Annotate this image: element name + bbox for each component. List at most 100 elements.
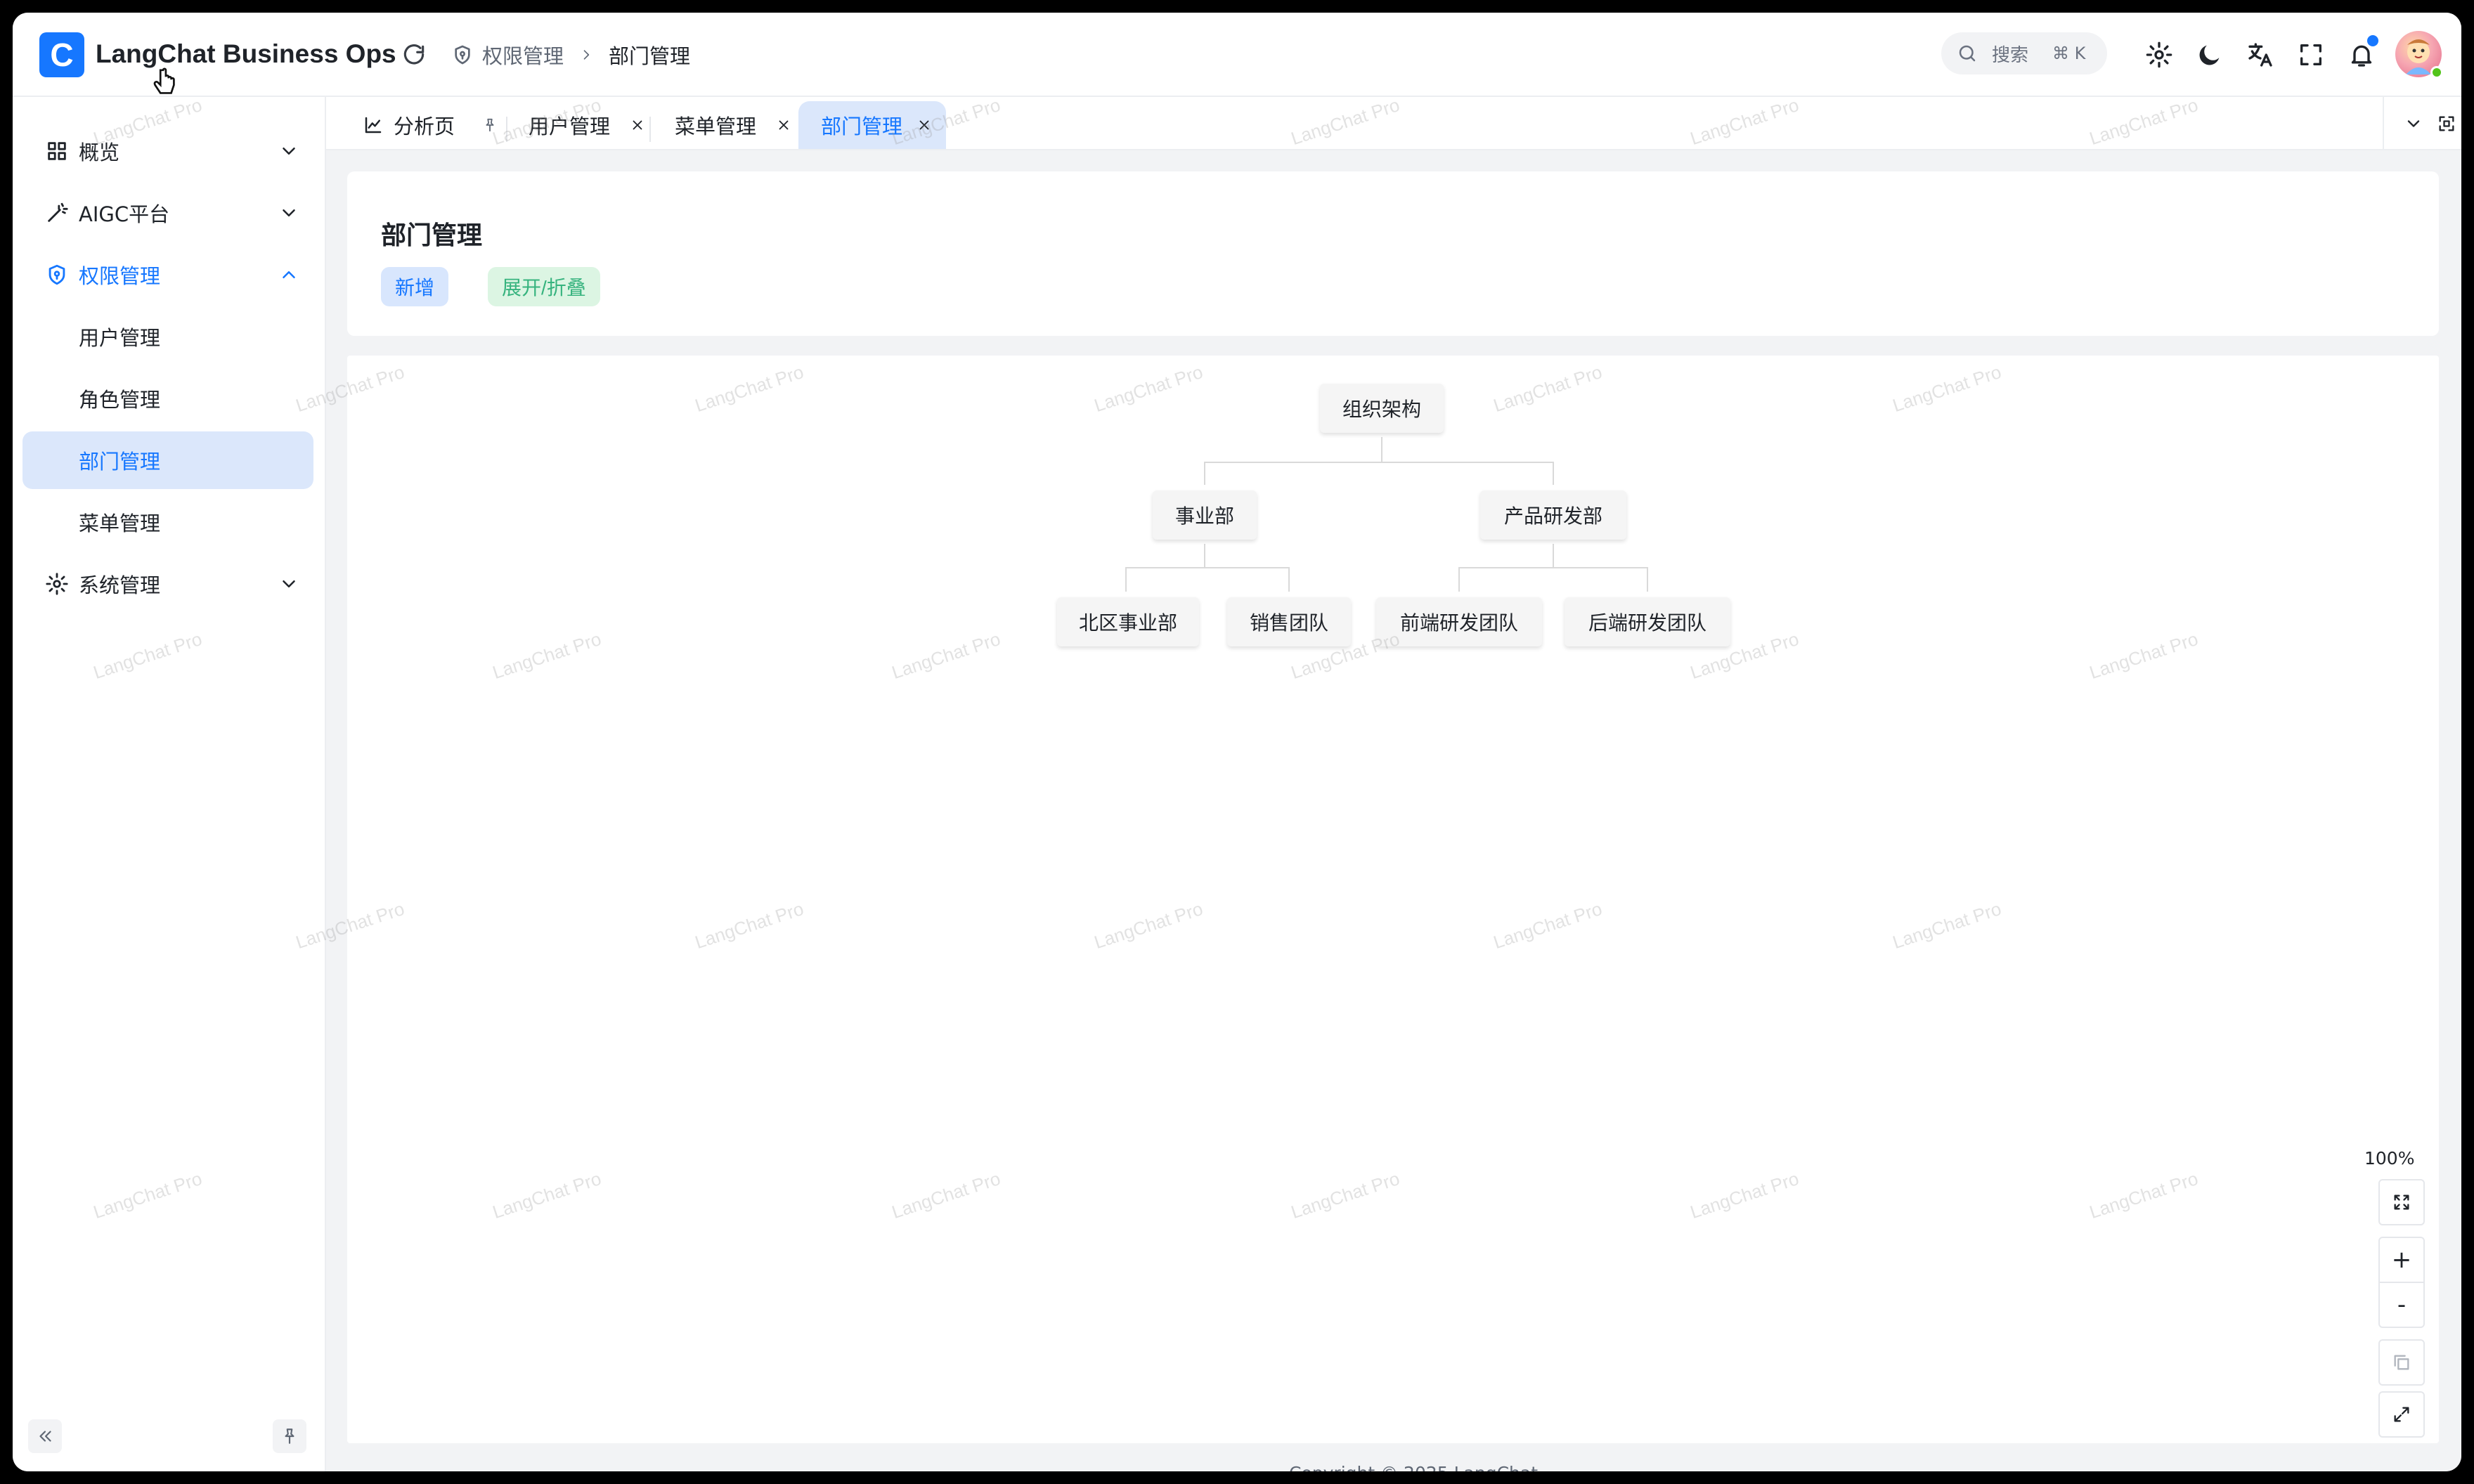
- pin-icon[interactable]: [482, 117, 498, 133]
- breadcrumb-current: 部门管理: [609, 44, 691, 68]
- tab-analytics[interactable]: 分析页: [363, 101, 503, 149]
- sidebar-item-system[interactable]: 系统管理: [22, 555, 313, 613]
- sidebar-item-aigc[interactable]: AIGC平台: [22, 184, 313, 242]
- expand-view-button[interactable]: [2378, 1391, 2425, 1438]
- app-window: C LangChat Business Ops 权限管理 部门管理 搜索 ⌘ K: [13, 13, 2461, 1471]
- org-chart-card: 组织架构 事业部 产品研发部 北区事业部 销售团队 前端研发团队 后端研发团队 …: [347, 356, 2439, 1443]
- close-icon[interactable]: [917, 117, 932, 133]
- hand-cursor-icon: [153, 67, 175, 94]
- chevron-down-icon: [283, 580, 295, 587]
- collapse-sidebar-button[interactable]: [28, 1419, 62, 1453]
- copy-button[interactable]: [2378, 1339, 2425, 1386]
- sidebar-item-label: 菜单管理: [79, 512, 161, 535]
- page-header-card: 部门管理 新增 展开/折叠: [347, 171, 2439, 336]
- org-node-north-business[interactable]: 北区事业部: [1057, 597, 1199, 646]
- chevron-down-icon: [283, 209, 295, 216]
- org-node-root[interactable]: 组织架构: [1320, 384, 1444, 433]
- search-button[interactable]: 搜索 ⌘ K: [1941, 32, 2107, 74]
- pin-sidebar-button[interactable]: [273, 1419, 306, 1453]
- tab-divider: [506, 117, 507, 142]
- connector-business: [1125, 544, 1290, 592]
- add-button[interactable]: 新增: [381, 267, 449, 306]
- copy-icon: [2394, 1355, 2409, 1370]
- dashboard-icon: [48, 142, 66, 160]
- org-chart-connectors: [1125, 437, 1648, 592]
- logo-letter: C: [50, 37, 74, 73]
- notification-dot: [2367, 35, 2378, 46]
- gear-icon: [46, 573, 68, 595]
- expand-collapse-button[interactable]: 展开/折叠: [488, 267, 600, 306]
- org-node-label: 前端研发团队: [1399, 611, 1518, 634]
- sidebar-item-label: 概览: [79, 141, 120, 164]
- org-node-label: 销售团队: [1249, 611, 1328, 634]
- tab-maximize-button[interactable]: [2432, 97, 2461, 150]
- tab-label: 分析页: [394, 115, 455, 138]
- page-title: 部门管理: [381, 221, 483, 250]
- fit-view-icon: [2394, 1195, 2409, 1210]
- pin-icon: [285, 1428, 294, 1444]
- online-status-dot: [2430, 66, 2443, 79]
- sidebar-item-label: 部门管理: [79, 450, 161, 474]
- chevron-right-icon: [583, 50, 590, 60]
- translate-icon[interactable]: [2246, 41, 2274, 69]
- org-node-label: 后端研发团队: [1588, 611, 1706, 634]
- sidebar-item-overview[interactable]: 概览: [22, 122, 313, 180]
- main-content: 部门管理 新增 展开/折叠 组织架构 事业部 产品研发部 北区事业部 销售团队 …: [326, 150, 2461, 1471]
- chevron-down-icon: [283, 148, 295, 155]
- sidebar-item-label: 角色管理: [79, 388, 161, 412]
- sidebar-item-user-management[interactable]: 用户管理: [22, 308, 313, 365]
- sidebar: 概览 AIGC平台 权限管理 用户管理 角色管理 部门管理 菜单管理 系统管理: [13, 97, 326, 1471]
- shield-icon: [455, 45, 470, 65]
- maximize-icon: [2439, 116, 2454, 131]
- org-node-backend-team[interactable]: 后端研发团队: [1565, 597, 1730, 646]
- sidebar-item-permissions[interactable]: 权限管理: [22, 246, 313, 304]
- tab-department-management[interactable]: 部门管理: [798, 101, 946, 149]
- search-shortcut: ⌘ K: [2052, 44, 2086, 63]
- fullscreen-icon[interactable]: [2297, 41, 2325, 69]
- app-logo[interactable]: C: [39, 32, 84, 77]
- top-header: C LangChat Business Ops 权限管理 部门管理 搜索 ⌘ K: [13, 13, 2461, 97]
- sidebar-item-label: 权限管理: [79, 264, 161, 288]
- app-title[interactable]: LangChat Business Ops: [96, 39, 396, 69]
- org-node-business-unit[interactable]: 事业部: [1153, 490, 1257, 540]
- zoom-out-button[interactable]: -: [2378, 1282, 2425, 1328]
- org-node-label: 事业部: [1174, 505, 1234, 528]
- tab-label: 菜单管理: [675, 115, 757, 138]
- chevron-up-icon: [283, 271, 295, 278]
- moon-icon[interactable]: [2196, 41, 2224, 69]
- tab-bar: 分析页 用户管理 菜单管理 部门管理: [326, 97, 2461, 150]
- breadcrumb-parent[interactable]: 权限管理: [482, 40, 564, 70]
- org-node-label: 组织架构: [1342, 398, 1421, 421]
- close-icon[interactable]: [776, 117, 791, 133]
- tab-menu-management[interactable]: 菜单管理: [675, 101, 801, 149]
- search-icon: [1959, 45, 1976, 62]
- fit-view-button[interactable]: [2378, 1179, 2425, 1225]
- tab-label: 用户管理: [529, 115, 611, 138]
- refresh-icon[interactable]: [401, 42, 427, 69]
- close-icon[interactable]: [630, 117, 645, 133]
- sidebar-item-department-management[interactable]: 部门管理: [22, 431, 313, 489]
- chevron-down-icon: [2407, 120, 2420, 127]
- org-node-frontend-team[interactable]: 前端研发团队: [1376, 597, 1542, 646]
- org-node-label: 北区事业部: [1078, 611, 1177, 634]
- sidebar-item-label: AIGC平台: [79, 202, 170, 226]
- zoom-in-button[interactable]: +: [2378, 1237, 2425, 1283]
- shield-icon: [48, 264, 65, 285]
- zoom-level: 100%: [2364, 1148, 2415, 1169]
- chart-icon: [365, 117, 382, 134]
- tab-label: 部门管理: [821, 115, 903, 138]
- sidebar-item-role-management[interactable]: 角色管理: [22, 370, 313, 427]
- footer-copyright: Copyright © 2025 LangChat: [1289, 1463, 1538, 1471]
- magic-wand-icon: [48, 202, 68, 222]
- connector-root: [1204, 437, 1554, 485]
- settings-gear-icon[interactable]: [2145, 41, 2173, 69]
- tab-user-management[interactable]: 用户管理: [529, 101, 655, 149]
- breadcrumb: 权限管理 部门管理: [451, 13, 690, 97]
- double-chevron-left-icon: [39, 1431, 51, 1442]
- org-node-sales-team[interactable]: 销售团队: [1227, 597, 1351, 646]
- tab-divider: [649, 117, 651, 142]
- sidebar-item-menu-management[interactable]: 菜单管理: [22, 493, 313, 551]
- org-node-rnd[interactable]: 产品研发部: [1480, 490, 1626, 540]
- search-label: 搜索: [1992, 44, 2029, 66]
- org-node-label: 产品研发部: [1503, 505, 1602, 528]
